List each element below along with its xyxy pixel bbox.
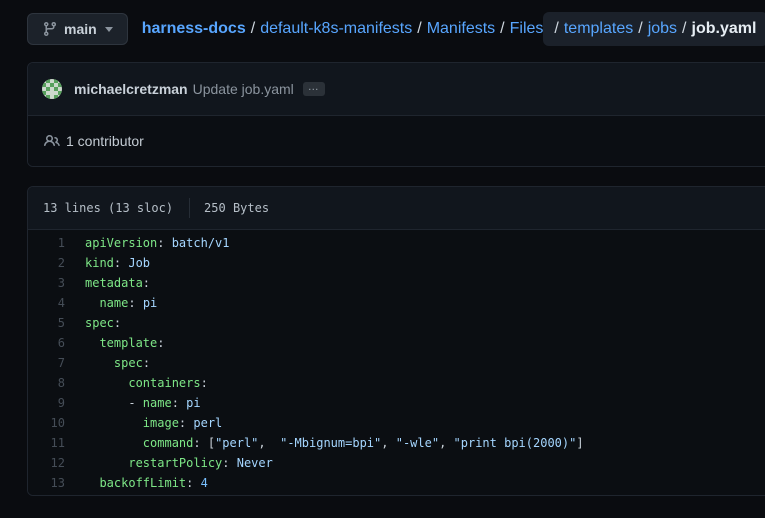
breadcrumb: harness-docs / default-k8s-manifests / Manif… xyxy=(142,12,765,46)
code-line: 11 command: ["perl", "-Mbignum=bpi", "-w… xyxy=(28,433,765,453)
code-line: 13 backoffLimit: 4 xyxy=(28,473,765,493)
file-info-divider xyxy=(189,198,190,218)
chevron-down-icon xyxy=(105,27,113,32)
line-number[interactable]: 12 xyxy=(28,453,65,473)
code-line: 12 restartPolicy: Never xyxy=(28,453,765,473)
code-line: 9 - name: pi xyxy=(28,393,765,413)
breadcrumb-separator: / xyxy=(251,20,255,38)
code-line-content: kind: Job xyxy=(85,253,150,273)
latest-commit-box: michaelcretzman Update job.yaml … 1 cont… xyxy=(27,62,765,167)
code-line-content: name: pi xyxy=(85,293,157,313)
people-icon xyxy=(44,133,66,149)
line-number[interactable]: 8 xyxy=(28,373,65,393)
git-branch-icon xyxy=(42,21,58,37)
branch-selector-button[interactable]: main xyxy=(27,13,128,45)
code-line-content: spec: xyxy=(85,313,121,333)
code-line-content: command: ["perl", "-Mbignum=bpi", "-wle"… xyxy=(85,433,584,453)
breadcrumb-separator: / xyxy=(554,20,558,38)
commit-row: michaelcretzman Update job.yaml … xyxy=(28,63,765,116)
top-bar: main harness-docs / default-k8s-manifests /… xyxy=(0,0,765,46)
breadcrumb-separator: / xyxy=(500,20,504,38)
line-number[interactable]: 6 xyxy=(28,333,65,353)
code-line-content: backoffLimit: 4 xyxy=(85,473,208,493)
commit-message-expander-button[interactable]: … xyxy=(303,82,325,96)
line-number[interactable]: 9 xyxy=(28,393,65,413)
code-line: 4 name: pi xyxy=(28,293,765,313)
line-number[interactable]: 2 xyxy=(28,253,65,273)
contributors-row: 1 contributor xyxy=(28,116,765,166)
line-number[interactable]: 7 xyxy=(28,353,65,373)
code-line: 6 template: xyxy=(28,333,765,353)
commit-message-link[interactable]: Update job.yaml xyxy=(193,81,294,97)
breadcrumb-item-jobs[interactable]: jobs xyxy=(648,20,677,38)
code-line-content: apiVersion: batch/v1 xyxy=(85,233,230,253)
file-info-bar: 13 lines (13 sloc) 250 Bytes xyxy=(28,187,765,230)
code-viewer: 1 apiVersion: batch/v1 2 kind: Job 3 metadata… xyxy=(28,230,765,495)
line-number[interactable]: 4 xyxy=(28,293,65,313)
contributor-count-label: 1 contributor xyxy=(66,133,144,149)
line-number[interactable]: 10 xyxy=(28,413,65,433)
breadcrumb-item-templates[interactable]: templates xyxy=(564,20,633,38)
breadcrumb-item-default-k8s-manifests[interactable]: default-k8s-manifests xyxy=(260,20,412,38)
code-line-content: restartPolicy: Never xyxy=(85,453,273,473)
line-number[interactable]: 3 xyxy=(28,273,65,293)
breadcrumb-item-Files[interactable]: Files xyxy=(510,20,544,38)
breadcrumb-separator: / xyxy=(682,20,686,38)
commit-author-link[interactable]: michaelcretzman xyxy=(74,81,188,97)
code-line-content: spec: xyxy=(85,353,150,373)
code-line: 8 containers: xyxy=(28,373,765,393)
code-line-content: image: perl xyxy=(85,413,222,433)
code-line-content: containers: xyxy=(85,373,208,393)
code-line: 10 image: perl xyxy=(28,413,765,433)
code-line: 7 spec: xyxy=(28,353,765,373)
branch-name-label: main xyxy=(64,21,97,37)
file-size-label: 250 Bytes xyxy=(204,201,269,215)
code-line-content: - name: pi xyxy=(85,393,201,413)
breadcrumb-separator: / xyxy=(417,20,421,38)
file-lines-info: 13 lines (13 sloc) xyxy=(43,201,173,215)
code-line-content: metadata: xyxy=(85,273,150,293)
breadcrumb-item-harness-docs[interactable]: harness-docs xyxy=(142,20,246,38)
code-line: 1 apiVersion: batch/v1 xyxy=(28,233,765,253)
line-number[interactable]: 1 xyxy=(28,233,65,253)
file-view-box: 13 lines (13 sloc) 250 Bytes 1 apiVersion… xyxy=(27,186,765,496)
code-line: 2 kind: Job xyxy=(28,253,765,273)
code-line: 3 metadata: xyxy=(28,273,765,293)
breadcrumb-item-job.yaml: job.yaml xyxy=(692,20,757,38)
line-number[interactable]: 11 xyxy=(28,433,65,453)
avatar[interactable] xyxy=(42,79,62,99)
line-number[interactable]: 13 xyxy=(28,473,65,493)
breadcrumb-highlight: / templates / jobs / job.yaml xyxy=(543,12,765,46)
line-number[interactable]: 5 xyxy=(28,313,65,333)
code-line-content: template: xyxy=(85,333,164,353)
breadcrumb-separator: / xyxy=(638,20,642,38)
code-line: 5 spec: xyxy=(28,313,765,333)
breadcrumb-item-Manifests[interactable]: Manifests xyxy=(427,20,495,38)
